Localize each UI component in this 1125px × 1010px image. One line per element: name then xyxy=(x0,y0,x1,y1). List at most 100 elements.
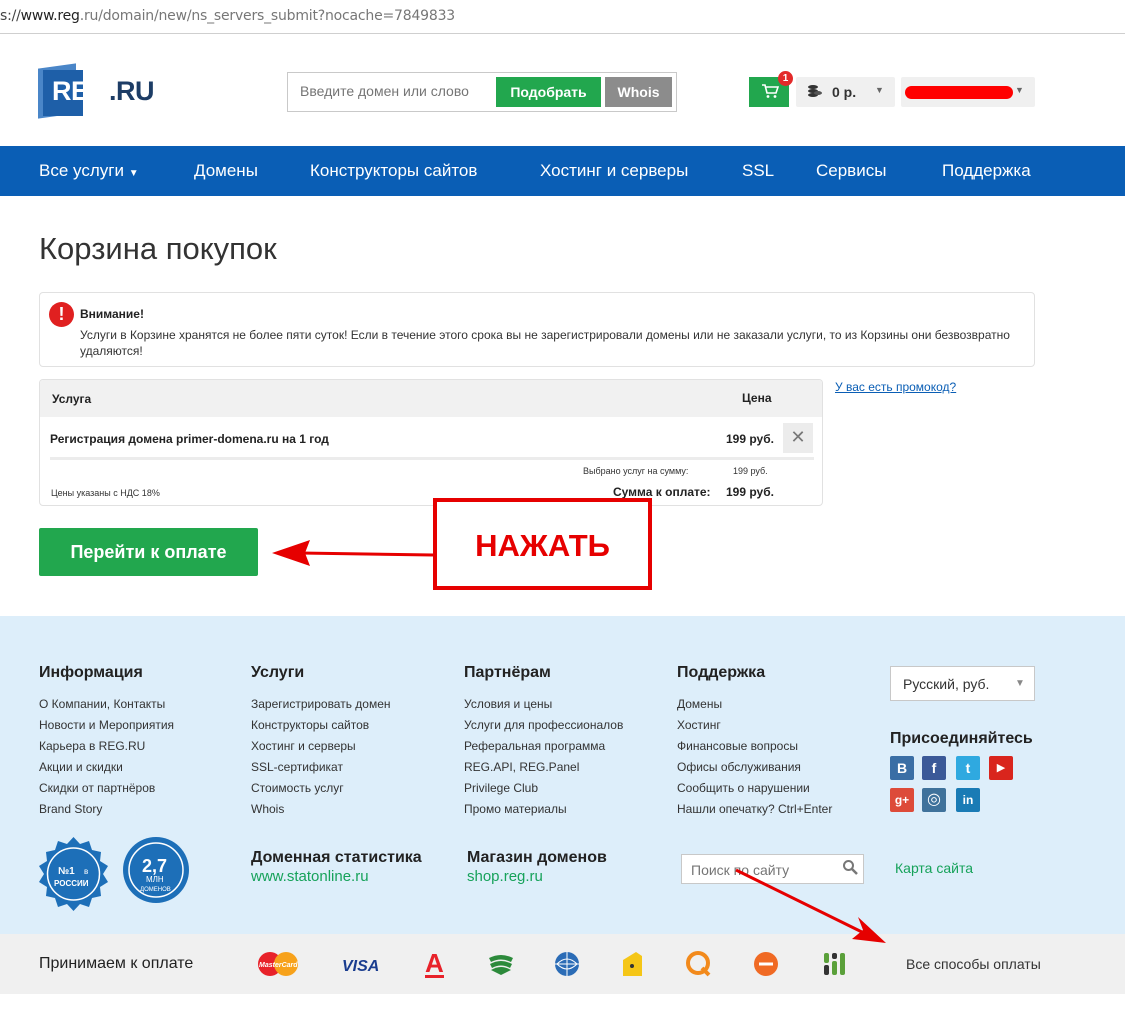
reg-ru-logo[interactable]: REG.RU xyxy=(38,60,168,120)
footer-link[interactable]: Услуги для профессионалов xyxy=(464,715,623,736)
badge1-sub: в xyxy=(84,867,88,876)
nav-site-builders[interactable]: Конструкторы сайтов xyxy=(310,161,477,181)
linkedin-icon[interactable]: in xyxy=(956,788,980,812)
balance-dropdown[interactable]: 0 р. ▼ xyxy=(796,77,895,107)
pick-button[interactable]: Подобрать xyxy=(496,77,601,107)
nav-support[interactable]: Поддержка xyxy=(942,161,1031,181)
selected-sum-value: 199 руб. xyxy=(733,466,768,476)
shop-link[interactable]: shop.reg.ru xyxy=(467,868,607,885)
footer-link[interactable]: Условия и цены xyxy=(464,694,623,715)
footer-link[interactable]: Карьера в REG.RU xyxy=(39,736,174,757)
footer-link[interactable]: Акции и скидки xyxy=(39,757,174,778)
twitter-icon[interactable]: t xyxy=(956,756,980,780)
chevron-down-icon: ▼ xyxy=(1015,85,1024,95)
footer-link[interactable]: Стоимость услуг xyxy=(251,778,391,799)
site-search xyxy=(681,854,864,884)
arrow-to-pay-button xyxy=(299,551,434,557)
arrow-head-left xyxy=(272,540,310,566)
footer-link[interactable]: Промо материалы xyxy=(464,799,623,820)
balance-amount: 0 р. xyxy=(832,84,857,100)
site-search-input[interactable] xyxy=(691,862,831,878)
other-payment-icon xyxy=(821,950,849,983)
payment-methods-bar: Принимаем к оплате MasterCard VISA А Все… xyxy=(0,934,1125,994)
footer: Информация О Компании, Контакты Новости … xyxy=(0,616,1125,934)
redacted-username xyxy=(905,86,1013,99)
footer-link[interactable]: Зарегистрировать домен xyxy=(251,694,391,715)
chevron-down-icon: ▼ xyxy=(1015,678,1025,689)
domain-shop: Магазин доменов shop.reg.ru xyxy=(467,849,607,885)
footer-heading: Услуги xyxy=(251,664,305,681)
e-payment-icon xyxy=(752,950,780,983)
sitemap-link[interactable]: Карта сайта xyxy=(895,860,973,876)
footer-column-support: Поддержка Домены Хостинг Финансовые вопр… xyxy=(677,664,832,820)
footer-link[interactable]: Хостинг xyxy=(677,715,832,736)
annotation-box: НАЖАТЬ xyxy=(433,498,652,590)
footer-link[interactable]: Конструкторы сайтов xyxy=(251,715,391,736)
total-label: Сумма к оплате: xyxy=(613,485,711,499)
nav-ssl[interactable]: SSL xyxy=(742,161,774,181)
stat-heading: Магазин доменов xyxy=(467,849,607,866)
qiwi-icon xyxy=(684,950,712,983)
nav-domains[interactable]: Домены xyxy=(194,161,258,181)
whois-button[interactable]: Whois xyxy=(605,77,672,107)
cart-button[interactable]: 1 xyxy=(749,71,793,107)
footer-heading: Информация xyxy=(39,664,143,681)
search-icon[interactable] xyxy=(842,859,858,879)
facebook-icon[interactable]: f xyxy=(922,756,946,780)
yandex-money-icon xyxy=(620,948,646,985)
cart-table-header: Услуга Цена xyxy=(40,380,822,417)
badge2-bottom: ДОМЕНОВ xyxy=(140,887,171,893)
instagram-icon[interactable]: ◎ xyxy=(922,788,946,812)
alert-heading: Внимание! xyxy=(80,307,144,321)
youtube-icon[interactable]: ▶ xyxy=(989,756,1013,780)
nav-services[interactable]: Сервисы xyxy=(816,161,886,181)
footer-heading: Партнёрам xyxy=(464,664,551,681)
promo-code-link[interactable]: У вас есть промокод? xyxy=(835,380,956,394)
footer-link[interactable]: SSL-сертификат xyxy=(251,757,391,778)
footer-link[interactable]: Brand Story xyxy=(39,799,174,820)
visa-icon: VISA xyxy=(340,954,384,981)
warning-alert: ! Внимание! Услуги в Корзине хранятся не… xyxy=(39,292,1035,367)
webmoney-icon xyxy=(553,950,581,983)
alfabank-icon: А xyxy=(424,948,446,985)
footer-heading: Поддержка xyxy=(677,664,766,681)
footer-link[interactable]: Нашли опечатку? Ctrl+Enter xyxy=(677,799,832,820)
footer-link[interactable]: О Компании, Контакты xyxy=(39,694,174,715)
domain-search-input[interactable] xyxy=(300,83,490,99)
all-payment-methods-link[interactable]: Все способы оплаты xyxy=(906,956,1041,972)
badge1-number: №1 xyxy=(58,866,75,877)
alert-text: Услуги в Корзине хранятся не более пяти … xyxy=(80,328,1010,358)
footer-link[interactable]: Whois xyxy=(251,799,391,820)
payment-label: Принимаем к оплате xyxy=(39,955,194,972)
sberbank-icon xyxy=(487,952,515,981)
no1-in-russia-badge: №1 в РОССИИ xyxy=(36,836,111,911)
googleplus-icon[interactable]: g+ xyxy=(890,788,914,812)
domains-count-badge: 2,7 МЛН ДОМЕНОВ xyxy=(122,836,190,904)
remove-item-button[interactable]: ✕ xyxy=(783,423,813,453)
footer-link[interactable]: Офисы обслуживания xyxy=(677,757,832,778)
badge1-bottom: РОССИИ xyxy=(54,879,89,888)
url-text[interactable]: s://www.reg.ru/domain/new/ns_servers_sub… xyxy=(0,8,455,24)
statonline-link[interactable]: www.statonline.ru xyxy=(251,868,422,885)
footer-column-services: Услуги Зарегистрировать домен Конструкто… xyxy=(251,664,391,820)
vk-icon[interactable]: В xyxy=(890,756,914,780)
proceed-to-payment-button[interactable]: Перейти к оплате xyxy=(39,528,258,576)
footer-link[interactable]: Реферальная программа xyxy=(464,736,623,757)
footer-link[interactable]: Privilege Club xyxy=(464,778,623,799)
badge2-mid: МЛН xyxy=(146,875,164,884)
footer-link[interactable]: Новости и Мероприятия xyxy=(39,715,174,736)
footer-column-info: Информация О Компании, Контакты Новости … xyxy=(39,664,174,820)
footer-link[interactable]: REG.API, REG.Panel xyxy=(464,757,623,778)
selected-sum-label: Выбрано услуг на сумму: xyxy=(583,466,689,476)
footer-link[interactable]: Финансовые вопросы xyxy=(677,736,832,757)
nav-all-services[interactable]: Все услуги ▼ xyxy=(39,161,139,181)
footer-link[interactable]: Хостинг и серверы xyxy=(251,736,391,757)
footer-link[interactable]: Скидки от партнёров xyxy=(39,778,174,799)
footer-link[interactable]: Сообщить о нарушении xyxy=(677,778,832,799)
browser-url-bar[interactable]: s://www.reg.ru/domain/new/ns_servers_sub… xyxy=(0,0,1125,34)
nav-hosting[interactable]: Хостинг и серверы xyxy=(540,161,688,181)
user-menu[interactable]: ▼ xyxy=(901,77,1035,107)
language-currency-select[interactable]: Русский, руб. ▼ xyxy=(890,666,1035,701)
svg-text:VISA: VISA xyxy=(342,958,379,975)
footer-link[interactable]: Домены xyxy=(677,694,832,715)
